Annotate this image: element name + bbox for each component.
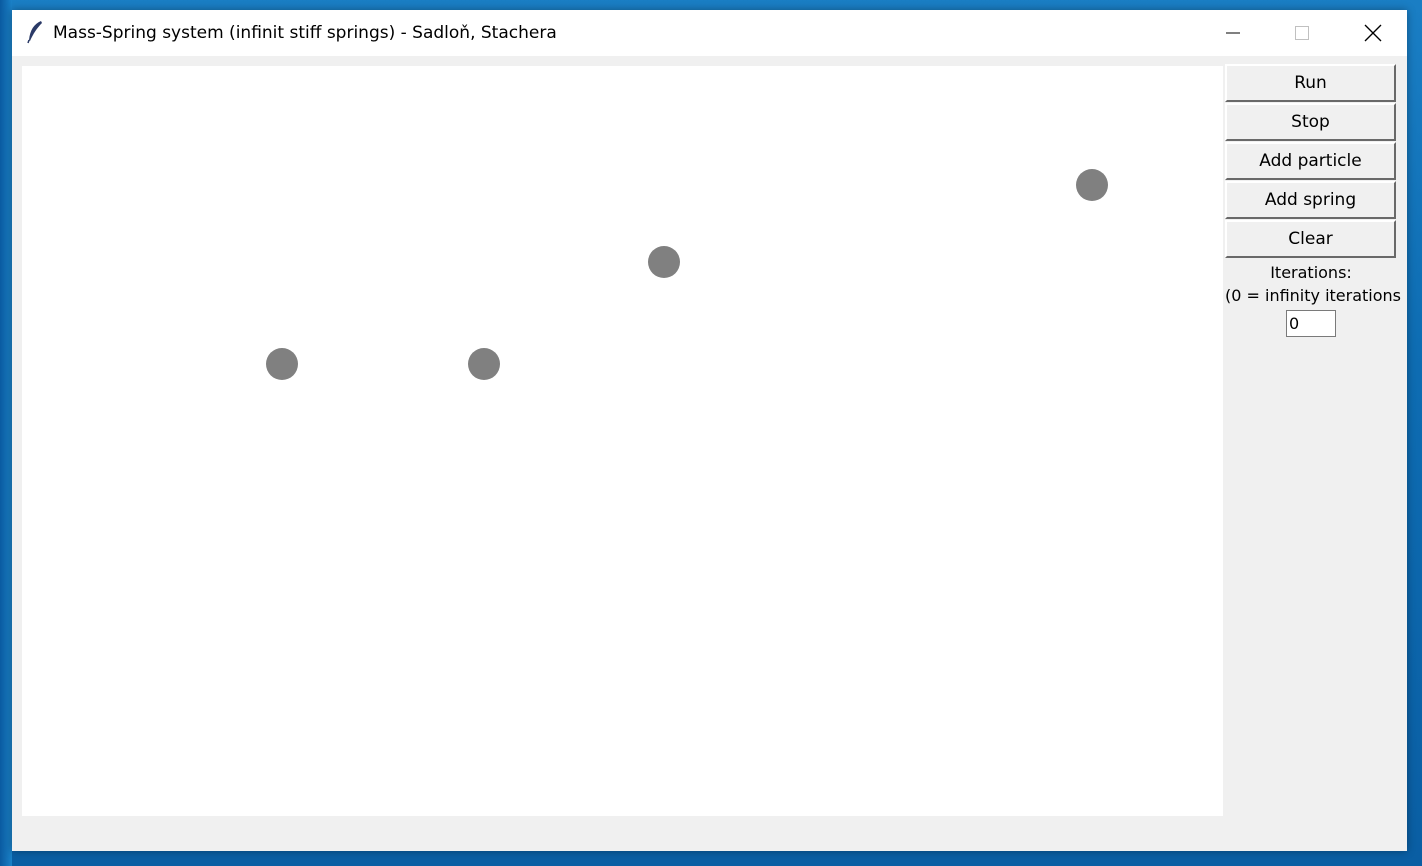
run-button[interactable]: Run <box>1225 64 1396 102</box>
window-title: Mass-Spring system (infinit stiff spring… <box>53 23 557 43</box>
iterations-hint: (0 = infinity iterations <box>1225 286 1402 305</box>
minimize-icon <box>1225 32 1240 34</box>
particle[interactable] <box>1076 169 1108 201</box>
app-window: Mass-Spring system (infinit stiff spring… <box>12 10 1407 851</box>
particle[interactable] <box>468 348 500 380</box>
particle[interactable] <box>266 348 298 380</box>
minimize-button[interactable] <box>1198 10 1267 56</box>
maximize-button[interactable] <box>1267 10 1336 56</box>
clear-button[interactable]: Clear <box>1225 220 1396 258</box>
iterations-input[interactable] <box>1286 310 1336 337</box>
add-spring-button[interactable]: Add spring <box>1225 181 1396 219</box>
title-bar[interactable]: Mass-Spring system (infinit stiff spring… <box>12 10 1407 56</box>
stop-button[interactable]: Stop <box>1225 103 1396 141</box>
close-icon <box>1364 24 1381 42</box>
iterations-label: Iterations: <box>1270 263 1352 282</box>
add-particle-button[interactable]: Add particle <box>1225 142 1396 180</box>
feather-icon <box>27 21 42 44</box>
desktop-background <box>0 0 12 866</box>
simulation-canvas[interactable] <box>22 66 1223 816</box>
maximize-icon <box>1294 26 1309 40</box>
close-button[interactable] <box>1338 10 1407 56</box>
particle[interactable] <box>648 246 680 278</box>
control-panel: Run Stop Add particle Add spring Clear I… <box>1225 64 1402 337</box>
